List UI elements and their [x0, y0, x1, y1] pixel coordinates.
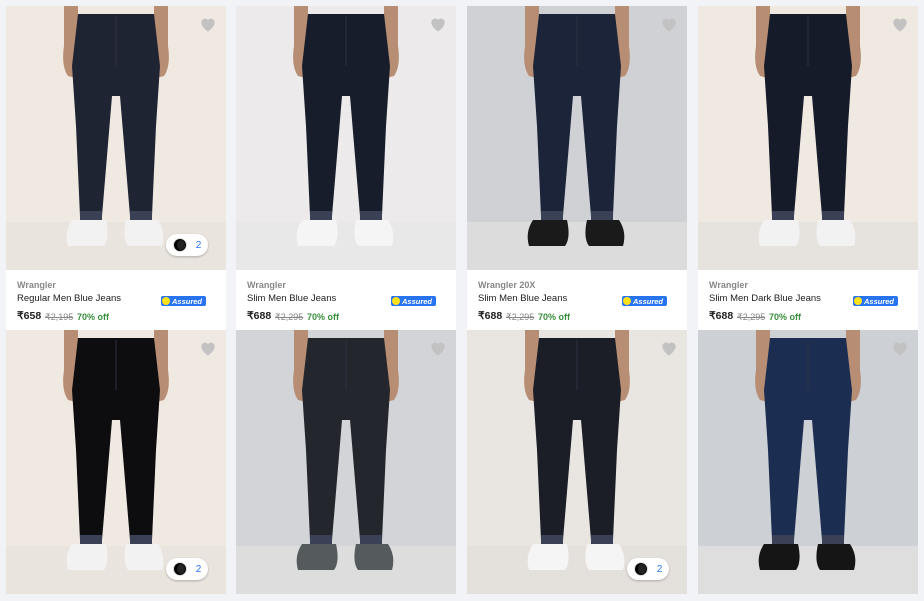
assured-label: Assured [171, 297, 202, 306]
assured-label: Assured [401, 297, 432, 306]
heart-icon[interactable] [890, 14, 910, 34]
product-price: ₹658 [17, 310, 42, 322]
swatch-count: 2 [195, 239, 202, 251]
product-mrp: ₹2,295 [506, 312, 535, 322]
product-image-wrap[interactable] [236, 6, 456, 270]
color-swatch-badge[interactable]: 2 [166, 234, 208, 256]
product-image [698, 330, 918, 594]
product-discount: 70% off [538, 312, 571, 322]
product-price: ₹688 [709, 310, 734, 322]
color-swatch-badge[interactable]: 2 [627, 558, 669, 580]
product-image [236, 330, 456, 594]
product-info[interactable]: Wrangler Slim Men Dark Blue Jeans Assure… [698, 270, 918, 330]
assured-label: Assured [863, 297, 894, 306]
product-image [467, 330, 687, 594]
product-card[interactable]: Wrangler Slim Men Dark Blue Jeans Assure… [698, 6, 918, 330]
heart-icon[interactable] [198, 338, 218, 358]
product-title[interactable]: Regular Men Blue Jeans [17, 293, 121, 304]
product-grid: 2 Wrangler Regular Men Blue Jeans Assure… [0, 0, 924, 601]
product-info[interactable]: Wrangler 20X Slim Men Blue Jeans Assured… [467, 270, 687, 330]
product-card[interactable] [698, 330, 918, 594]
flipkart-assured-icon: Assured [853, 296, 898, 306]
product-image-wrap[interactable] [698, 330, 918, 594]
assured-label: Assured [632, 297, 663, 306]
product-image-wrap[interactable] [6, 6, 226, 270]
product-price: ₹688 [247, 310, 272, 322]
product-info[interactable]: Wrangler Slim Men Blue Jeans Assured ₹68… [236, 270, 456, 330]
product-card[interactable]: 2 [467, 330, 687, 594]
flipkart-assured-icon: Assured [161, 296, 206, 306]
product-brand: Wrangler [17, 280, 56, 290]
product-image [698, 6, 918, 270]
product-mrp: ₹2,295 [275, 312, 304, 322]
product-image-wrap[interactable] [698, 6, 918, 270]
product-card[interactable]: 2 Wrangler Regular Men Blue Jeans Assure… [6, 6, 226, 330]
product-info[interactable]: Wrangler Regular Men Blue Jeans Assured … [6, 270, 226, 330]
product-mrp: ₹2,195 [45, 312, 74, 322]
color-swatch-badge[interactable]: 2 [166, 558, 208, 580]
flipkart-assured-icon: Assured [622, 296, 667, 306]
product-image [6, 6, 226, 270]
product-card[interactable]: 2 [6, 330, 226, 594]
product-card[interactable]: Wrangler 20X Slim Men Blue Jeans Assured… [467, 6, 687, 330]
swatch-count: 2 [195, 563, 202, 575]
product-card[interactable] [236, 330, 456, 594]
heart-icon[interactable] [428, 338, 448, 358]
product-brand: Wrangler [709, 280, 748, 290]
product-title[interactable]: Slim Men Dark Blue Jeans [709, 293, 821, 304]
product-title[interactable]: Slim Men Blue Jeans [478, 293, 567, 304]
color-swatch-icon [172, 238, 187, 252]
swatch-count: 2 [656, 563, 663, 575]
flipkart-assured-icon: Assured [391, 296, 436, 306]
product-discount: 70% off [769, 312, 802, 322]
heart-icon[interactable] [198, 14, 218, 34]
heart-icon[interactable] [890, 338, 910, 358]
product-title[interactable]: Slim Men Blue Jeans [247, 293, 336, 304]
color-swatch-icon [633, 562, 648, 576]
product-image [6, 330, 226, 594]
product-card[interactable]: Wrangler Slim Men Blue Jeans Assured ₹68… [236, 6, 456, 330]
product-image [467, 6, 687, 270]
heart-icon[interactable] [659, 14, 679, 34]
product-image-wrap[interactable] [6, 330, 226, 594]
product-discount: 70% off [307, 312, 340, 322]
product-image-wrap[interactable] [467, 6, 687, 270]
heart-icon[interactable] [659, 338, 679, 358]
product-discount: 70% off [77, 312, 110, 322]
product-image [236, 6, 456, 270]
product-brand: Wrangler 20X [478, 280, 536, 290]
product-image-wrap[interactable] [467, 330, 687, 594]
product-mrp: ₹2,295 [737, 312, 766, 322]
color-swatch-icon [172, 562, 187, 576]
heart-icon[interactable] [428, 14, 448, 34]
product-price: ₹688 [478, 310, 503, 322]
product-brand: Wrangler [247, 280, 286, 290]
product-image-wrap[interactable] [236, 330, 456, 594]
